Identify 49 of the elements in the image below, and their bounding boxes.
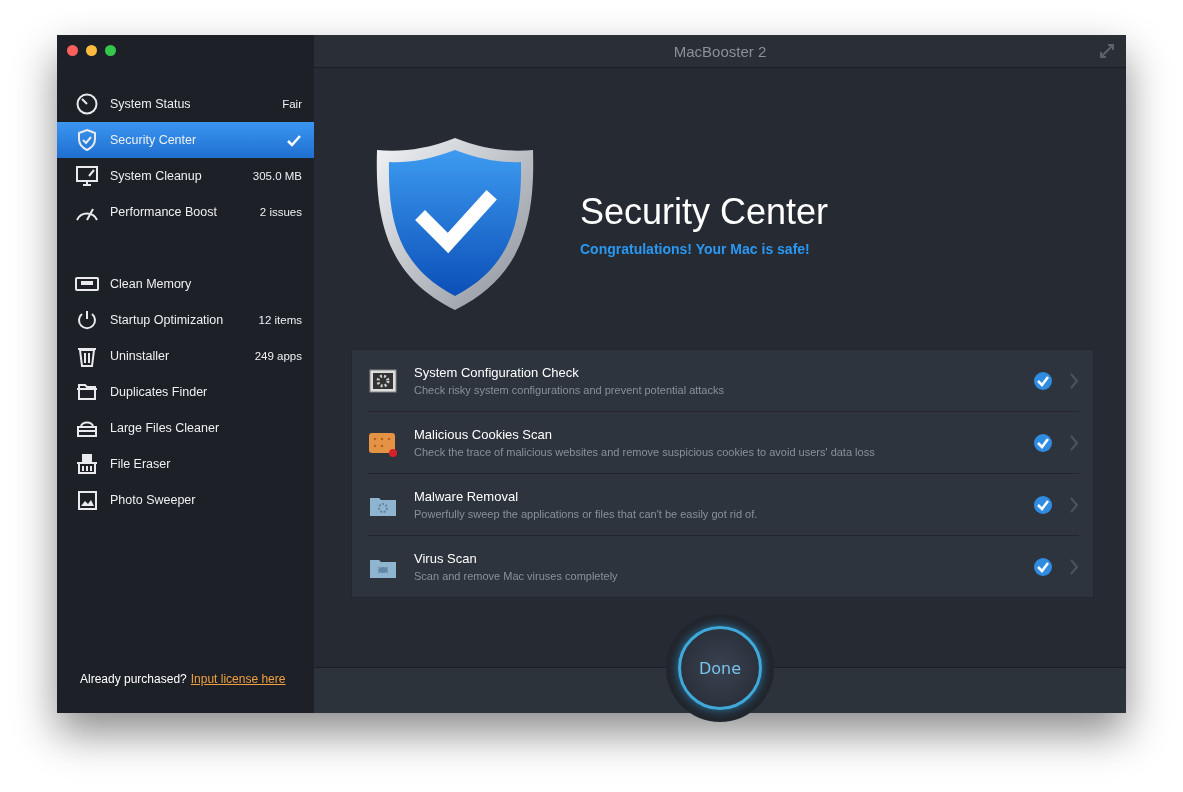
sidebar-item[interactable]: System Cleanup 305.0 MB xyxy=(57,158,314,194)
gauge-icon xyxy=(75,92,99,116)
sidebar-item[interactable]: Clean Memory xyxy=(57,266,314,302)
sidebar-item[interactable]: Photo Sweeper xyxy=(57,482,314,518)
check-title: Malicious Cookies Scan xyxy=(414,427,553,442)
monitor-icon xyxy=(75,164,99,188)
chevron-right-icon xyxy=(1069,558,1079,575)
shield-icon xyxy=(75,128,99,152)
chevron-right-icon xyxy=(1069,496,1079,513)
license-link[interactable]: Input license here xyxy=(190,672,286,686)
check-description: Scan and remove Mac viruses completely xyxy=(414,570,619,582)
check-description: Powerfully sweep the applications or files that can't be easily got rid of. xyxy=(414,508,759,520)
check-row[interactable]: Malicious Cookies Scan Check the trace of malicious websites and remove suspicious cookies to avoid users' data loss xyxy=(368,411,1079,473)
done-button[interactable]: Done xyxy=(678,626,762,710)
sidebar-item[interactable]: Duplicates Finder xyxy=(57,374,314,410)
sidebar-item[interactable]: System Status Fair xyxy=(57,86,314,122)
page-title: Security Center xyxy=(580,191,829,233)
sidebar-item[interactable]: Large Files Cleaner xyxy=(57,410,314,446)
status-message: Congratulations! Your Mac is safe! xyxy=(580,241,811,257)
window-control-button[interactable] xyxy=(86,45,97,56)
chevron-right-icon xyxy=(1069,434,1079,451)
chevron-right-icon xyxy=(1069,372,1079,389)
window-title: MacBooster 2 xyxy=(673,42,767,60)
check-title: System Configuration Check xyxy=(414,365,580,380)
item-count: 305.0 MB xyxy=(252,170,302,182)
sidebar-item[interactable]: Startup Optimization 12 items xyxy=(57,302,314,338)
footer-text: Already purchased? xyxy=(80,672,187,686)
sidebar-item[interactable]: File Eraser xyxy=(57,446,314,482)
check-title: Virus Scan xyxy=(414,551,478,566)
checkmark-icon xyxy=(286,133,302,147)
check-description: Check risky system configurations and prevent potential attacks xyxy=(414,384,725,396)
sidebar-item[interactable]: Security Center xyxy=(57,122,314,158)
item-count: 12 items xyxy=(258,314,302,326)
check-row[interactable]: Malware Removal Powerfully sweep the applications or files that can't be easily got rid of. xyxy=(368,473,1079,535)
shredder-icon xyxy=(75,452,99,476)
check-title: Malware Removal xyxy=(414,489,520,504)
sidebar-item[interactable]: Performance Boost 2 issues xyxy=(57,194,314,230)
item-count: 249 apps xyxy=(254,350,302,362)
check-description: Check the trace of malicious websites and remove suspicious cookies to avoid users' data loss xyxy=(414,446,876,458)
item-count: Fair xyxy=(282,98,302,110)
window-control-button[interactable] xyxy=(67,45,78,56)
window-control-button[interactable] xyxy=(105,45,116,56)
power-icon xyxy=(75,308,99,332)
sidebar-item[interactable]: Uninstaller 249 apps xyxy=(57,338,314,374)
photo-icon xyxy=(75,488,99,512)
check-row[interactable]: System Configuration Check Check risky system configurations and prevent potential attacks xyxy=(368,350,1079,411)
check-row[interactable]: Virus Scan Scan and remove Mac viruses completely xyxy=(368,535,1079,597)
item-count: 2 issues xyxy=(259,206,302,218)
fullscreen-icon xyxy=(1100,44,1114,58)
